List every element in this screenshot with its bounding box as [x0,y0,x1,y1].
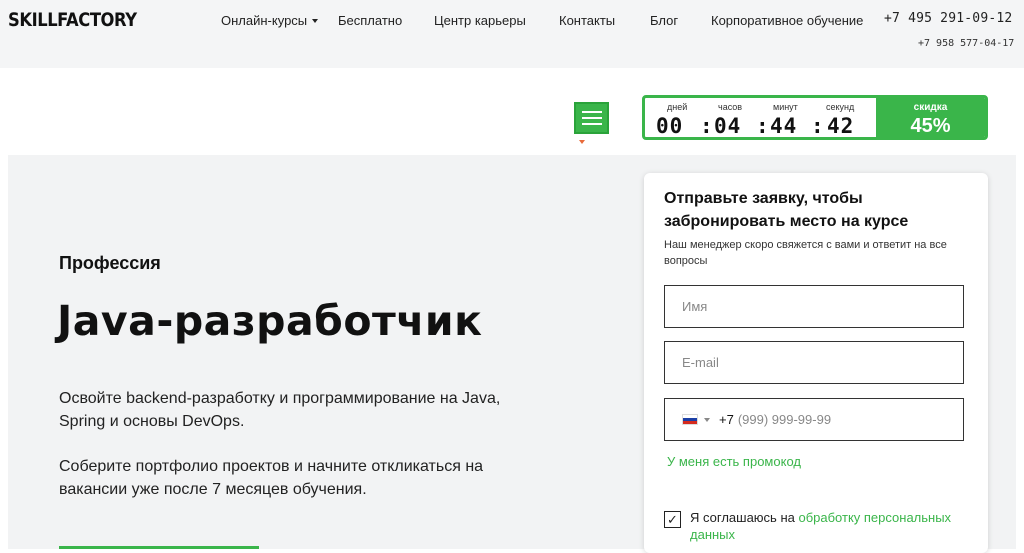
phone-country-code: +7 [719,412,734,427]
consent-label: Я соглашаюсь на обработку персональных д… [664,509,974,543]
nav-online-courses[interactable]: Онлайн-курсы [221,13,338,28]
timer-separator: : [700,114,714,138]
form-subtitle: Наш менеджер скоро свяжется с вами и отв… [664,239,947,267]
phone-field: +7 [664,398,964,441]
nav-contacts[interactable]: Контакты [559,13,650,28]
nav-corporate[interactable]: Корпоративное обучение [711,13,863,28]
nav-free[interactable]: Бесплатно [338,13,434,28]
consent-row: ✓ Я соглашаюсь на обработку персональных… [664,509,974,543]
timer-label-seconds: секунд [826,102,855,112]
name-input[interactable] [664,285,964,328]
timer-value-minutes: 44 [770,114,798,138]
timer-label-minutes: минут [773,102,798,112]
nav-blog-label: Блог [650,13,679,28]
checkmark-icon: ✓ [667,512,678,527]
timer-value-days: 00 [656,114,684,138]
application-form: Отправьте заявку, чтобы забронировать ме… [644,173,988,553]
email-input[interactable] [664,341,964,384]
menu-bar-icon [581,111,602,113]
hero-description: Освойте backend-разработку и программиро… [59,390,501,430]
skillfactory-logo[interactable]: SKILLFACTORY [8,9,137,31]
consent-checkbox[interactable]: ✓ [664,511,681,528]
nav-career-center-label: Центр карьеры [434,13,526,28]
menu-indicator-icon [579,140,585,144]
hamburger-menu-button[interactable] [574,102,609,134]
discount-countdown-timer: дней часов минут секунд 00 : 04 : 44 : 4… [642,95,988,140]
menu-bar-icon [581,117,602,119]
form-title: Отправьте заявку, чтобы забронировать ме… [664,190,909,230]
timer-separator: : [756,114,770,138]
nav-online-courses-label: Онлайн-курсы [221,13,308,28]
menu-bar-icon [581,123,602,125]
promo-code-link[interactable]: У меня есть промокод [667,454,801,469]
countdown-digits: дней часов минут секунд 00 : 04 : 44 : 4… [645,98,876,137]
discount-badge: скидка 45% [876,98,985,137]
nav-career-center[interactable]: Центр карьеры [434,13,559,28]
nav-blog[interactable]: Блог [650,13,711,28]
timer-value-hours: 04 [714,114,742,138]
page-title: Java-разработчик [57,297,483,345]
phone-secondary-link[interactable]: +7 958 577-04-17 [918,38,1014,49]
timer-value-seconds: 42 [827,114,855,138]
nav-corporate-label: Корпоративное обучение [711,13,864,28]
nav-free-label: Бесплатно [338,13,403,28]
phone-input[interactable] [737,412,938,427]
chevron-down-icon[interactable] [704,417,710,422]
main-nav: Онлайн-курсы Бесплатно Центр карьеры Кон… [221,13,863,28]
nav-contacts-label: Контакты [559,13,616,28]
timer-label-hours: часов [718,102,743,112]
discount-label: скидка [913,102,948,113]
consent-text: Я соглашаюсь на [690,510,799,525]
discount-value: 45% [910,115,951,137]
top-navigation-bar: SKILLFACTORY Онлайн-курсы Бесплатно Цент… [0,0,1024,68]
russia-flag-icon[interactable] [682,414,698,425]
hero-eyebrow: Профессия [59,253,161,273]
hero-description-secondary: Соберите портфолио проектов и начните от… [59,458,484,498]
phone-primary-link[interactable]: +7 495 291-09-12 [884,11,1012,26]
timer-label-days: дней [667,102,688,112]
timer-separator: : [811,114,825,138]
chevron-down-icon [312,19,319,23]
